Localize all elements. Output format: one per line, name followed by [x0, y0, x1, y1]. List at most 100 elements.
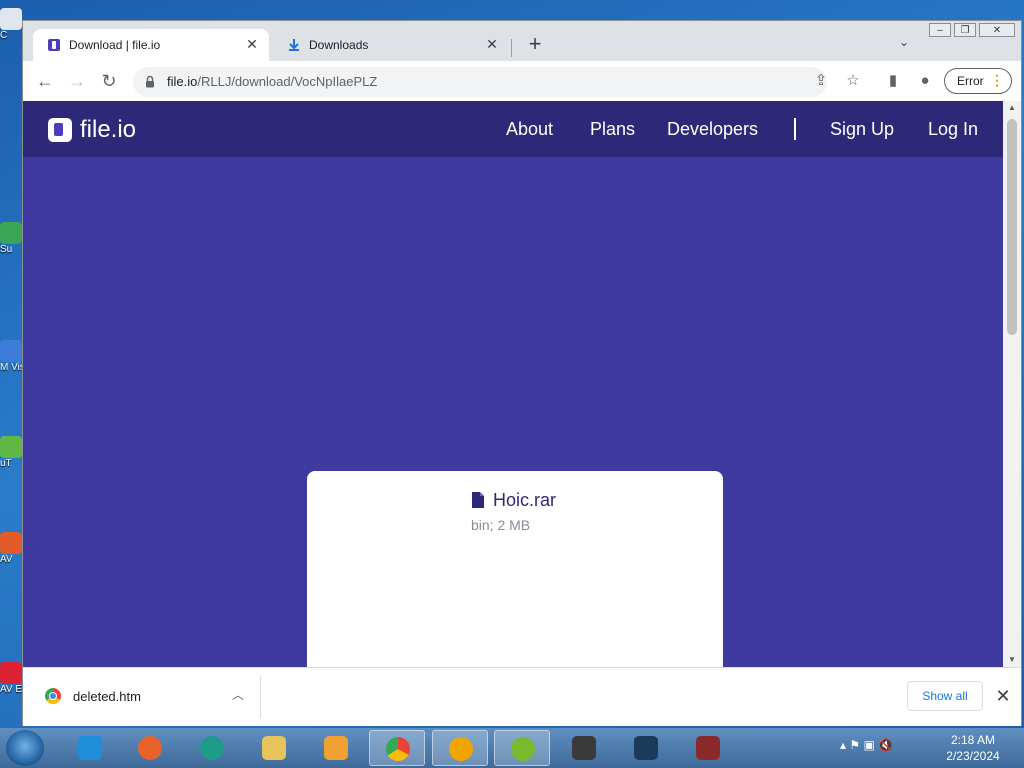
desktop-icon-6[interactable]: AV E — [0, 662, 22, 695]
desktop-icon-label: M Vis — [0, 362, 22, 373]
show-all-button[interactable]: Show all — [907, 681, 983, 711]
chrome-icon — [386, 737, 410, 761]
page-viewport: file.io About Plans Developers Sign Up L… — [23, 101, 1003, 667]
logo-text: file.io — [80, 116, 137, 143]
taskbar: ▴ ⚑ ▣ 🔇 2:18 AM 2/23/2024 — [0, 728, 1024, 768]
desktop-icon-3[interactable]: M Vis — [0, 340, 22, 373]
side-panel-icon[interactable]: ▮ — [883, 71, 903, 91]
bookmark-star-icon[interactable]: ☆ — [843, 71, 863, 91]
taskbar-browser-2[interactable] — [432, 730, 488, 766]
desktop-app-icon — [0, 662, 22, 684]
taskbar-world-of-warships[interactable] — [618, 730, 674, 766]
minimize-button[interactable]: – — [929, 23, 951, 37]
desktop-icon-4[interactable]: uT — [0, 436, 22, 469]
url-path: /RLLJ/download/VocNpIlaePLZ — [197, 74, 378, 89]
address-bar[interactable]: file.io/RLLJ/download/VocNpIlaePLZ — [133, 67, 827, 97]
taskbar-world-of-tanks[interactable] — [556, 730, 612, 766]
nav-signup[interactable]: Sign Up — [830, 119, 894, 140]
browser-icon — [449, 737, 473, 761]
desktop-app-icon — [0, 8, 22, 30]
desktop-icon-1[interactable]: C — [0, 8, 22, 41]
file-name: Hoic.rar — [493, 490, 557, 510]
utorrent-icon — [511, 737, 535, 761]
shelf-divider — [260, 676, 261, 718]
nav-plans[interactable]: Plans — [590, 119, 635, 140]
tab-downloads[interactable]: Downloads ✕ — [273, 29, 509, 61]
close-shelf-icon[interactable]: ✕ — [993, 686, 1013, 706]
site-navbar: file.io About Plans Developers Sign Up L… — [23, 101, 1003, 157]
nav-developers[interactable]: Developers — [667, 119, 758, 140]
profile-icon[interactable]: ● — [915, 71, 935, 91]
forward-button[interactable]: → — [65, 69, 89, 93]
page-scrollbar[interactable]: ▲ ▼ — [1003, 101, 1021, 667]
nav-about[interactable]: About — [506, 119, 553, 140]
desktop-icon-label: C — [0, 30, 8, 41]
download-shelf: deleted.htm ︿ Show all ✕ — [23, 667, 1021, 726]
chevron-up-icon[interactable]: ︿ — [229, 686, 247, 704]
tab-separator — [511, 39, 512, 57]
close-window-button[interactable]: ✕ — [979, 23, 1015, 37]
tab-close-icon[interactable]: ✕ — [243, 35, 261, 53]
desktop-icon-label: AV — [0, 554, 13, 565]
taskbar-game[interactable] — [680, 730, 736, 766]
chevron-down-icon[interactable]: ⌄ — [895, 35, 913, 53]
tank-icon — [572, 736, 596, 760]
taskbar-utorrent[interactable] — [494, 730, 550, 766]
error-label: Error — [957, 74, 984, 88]
reload-button[interactable]: ↻ — [97, 69, 121, 93]
game-icon — [696, 736, 720, 760]
folder-icon — [262, 736, 286, 760]
lock-icon — [146, 75, 154, 88]
share-icon[interactable]: ⇪ — [811, 71, 831, 91]
tab-title: Downloads — [309, 38, 369, 52]
chrome-file-icon — [45, 688, 61, 704]
maximize-button[interactable]: ❐ — [954, 23, 976, 37]
clock-date: 2/23/2024 — [946, 749, 1000, 763]
tab-close-icon[interactable]: ✕ — [483, 35, 501, 53]
tab-title: Download | file.io — [69, 38, 161, 52]
taskbar-browser[interactable] — [184, 730, 240, 766]
download-item-name[interactable]: deleted.htm — [73, 689, 141, 704]
file-card: Hoic.rar bin; 2 MB — [307, 471, 723, 667]
desktop-icon-label: uT — [0, 458, 12, 469]
clock-time: 2:18 AM — [950, 733, 996, 747]
clock[interactable]: 2:18 AM 2/23/2024 — [940, 732, 1006, 764]
desktop-app-icon — [0, 340, 22, 362]
anchor-icon — [634, 736, 658, 760]
desktop-icon-2[interactable]: Su — [0, 222, 22, 255]
desktop-icon-label: Su — [0, 244, 13, 255]
media-player-icon — [324, 736, 348, 760]
browser-window: Download | file.io ✕ Downloads ✕ + ⌄ – ❐… — [22, 20, 1022, 726]
back-button[interactable]: ← — [33, 69, 57, 93]
scrollbar-thumb[interactable] — [1007, 119, 1017, 335]
fileio-logo-icon — [48, 118, 72, 142]
desktop-app-icon — [0, 222, 22, 244]
taskbar-media[interactable] — [308, 730, 364, 766]
taskbar-chrome[interactable] — [369, 730, 425, 766]
scroll-down-icon[interactable]: ▼ — [1003, 653, 1021, 667]
desktop-icon-5[interactable]: AV — [0, 532, 22, 565]
show-hidden-icons[interactable]: ▴ — [840, 738, 846, 752]
file-icon — [472, 492, 484, 508]
nav-divider — [794, 118, 796, 140]
scroll-up-icon[interactable]: ▲ — [1003, 101, 1021, 115]
url-text[interactable]: file.io/RLLJ/download/VocNpIlaePLZ — [167, 74, 377, 89]
fileio-favicon-icon — [48, 39, 60, 51]
flag-icon[interactable]: ⚑ — [849, 738, 860, 752]
taskbar-explorer[interactable] — [246, 730, 302, 766]
system-tray: ▴ ⚑ ▣ 🔇 — [840, 738, 893, 752]
taskbar-internet-explorer[interactable] — [62, 730, 118, 766]
tab-download-fileio[interactable]: Download | file.io ✕ — [33, 29, 269, 61]
tab-strip: Download | file.io ✕ Downloads ✕ + ⌄ – ❐… — [23, 21, 1021, 61]
desktop-app-icon — [0, 436, 22, 458]
error-button[interactable]: Error ⋮ — [944, 68, 1012, 94]
new-tab-button[interactable]: + — [523, 33, 547, 57]
network-icon[interactable]: ▣ — [863, 738, 874, 752]
firefox-icon — [138, 736, 162, 760]
start-button[interactable] — [6, 730, 44, 766]
file-meta: bin; 2 MB — [471, 517, 531, 533]
desktop-app-icon — [0, 532, 22, 554]
nav-login[interactable]: Log In — [928, 119, 978, 140]
volume-muted-icon[interactable]: 🔇 — [878, 738, 893, 752]
taskbar-firefox[interactable] — [122, 730, 178, 766]
